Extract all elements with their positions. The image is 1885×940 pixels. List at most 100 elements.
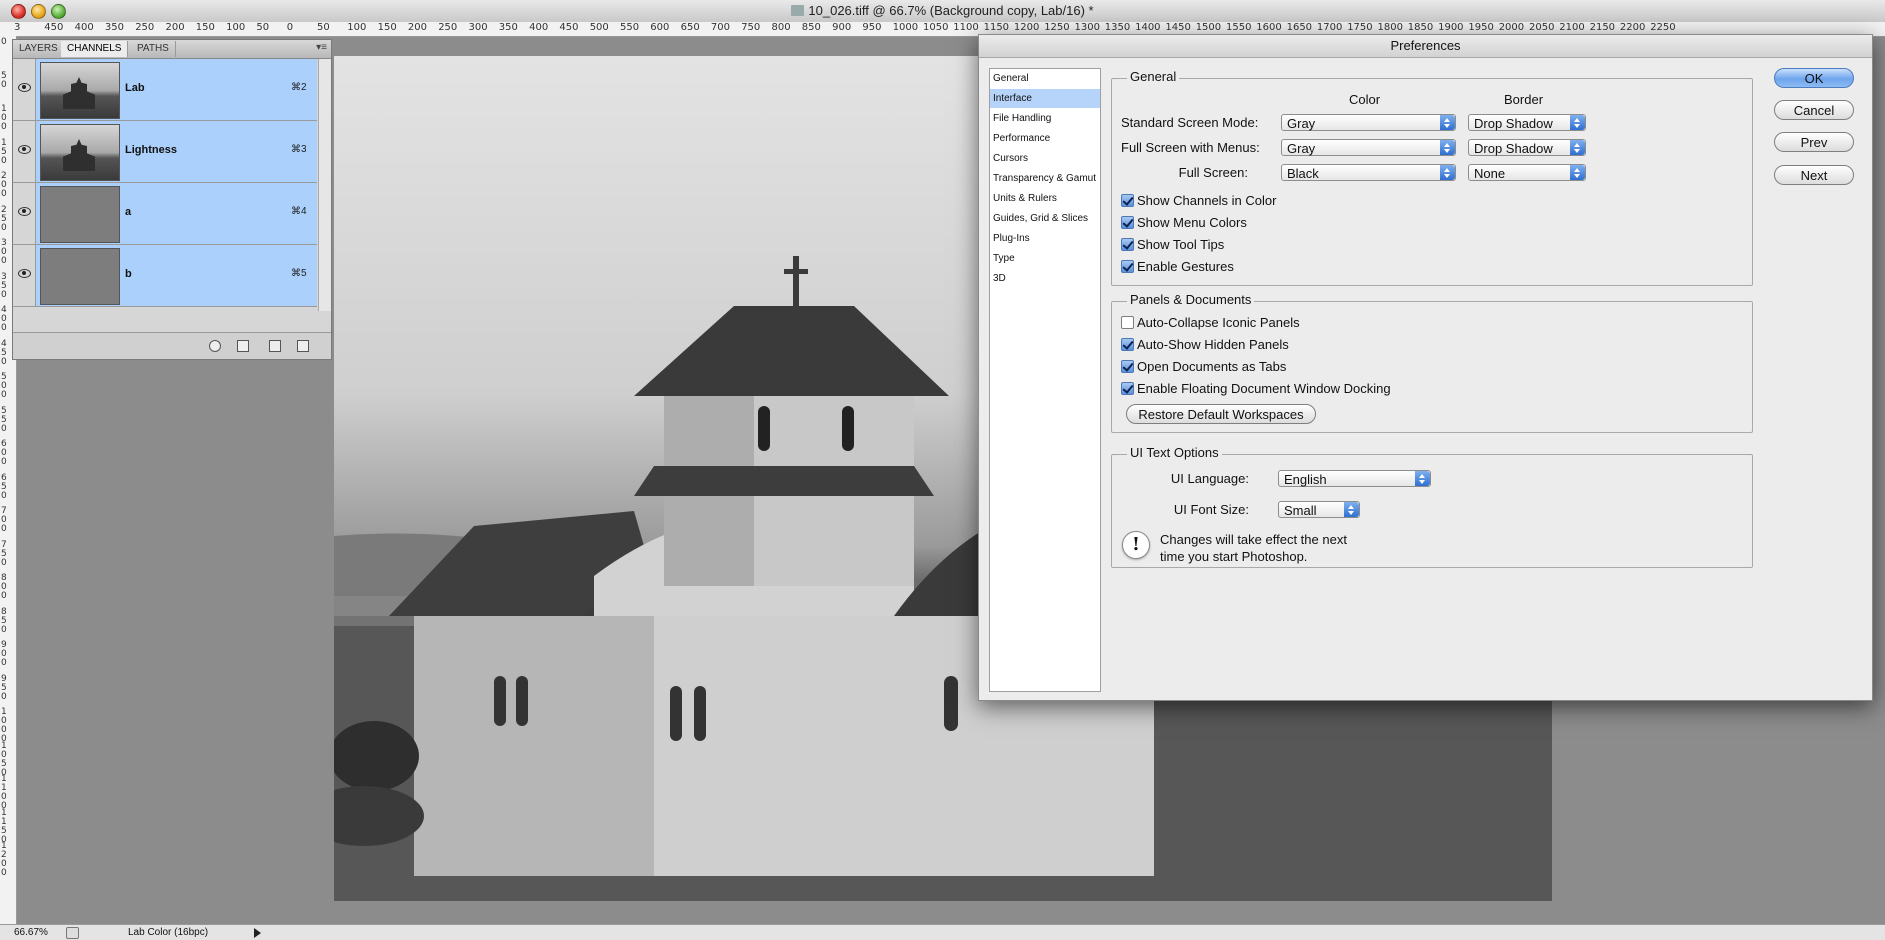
tab-channels[interactable]: CHANNELS bbox=[61, 41, 129, 57]
channel-row-lab[interactable]: Lab ⌘2 bbox=[13, 59, 317, 121]
show-menu-colors-label[interactable]: Show Menu Colors bbox=[1137, 215, 1247, 230]
load-selection-icon[interactable] bbox=[209, 340, 221, 352]
ui-font-size-select[interactable]: Small bbox=[1278, 501, 1360, 518]
enable-gestures-checkbox[interactable] bbox=[1121, 260, 1134, 273]
ruler-tick-label: 350 bbox=[1, 271, 7, 300]
select-arrows-icon bbox=[1440, 115, 1455, 130]
restore-default-workspaces-button[interactable]: Restore Default Workspaces bbox=[1126, 404, 1316, 424]
document-icon bbox=[791, 5, 805, 16]
show-menu-colors-checkbox[interactable] bbox=[1121, 216, 1134, 229]
select-arrows-icon bbox=[1440, 140, 1455, 155]
visibility-toggle[interactable] bbox=[13, 121, 36, 182]
open-documents-as-tabs-label[interactable]: Open Documents as Tabs bbox=[1137, 359, 1286, 374]
cancel-button[interactable]: Cancel bbox=[1774, 100, 1854, 120]
auto-collapse-iconic-panels-label[interactable]: Auto-Collapse Iconic Panels bbox=[1137, 315, 1300, 330]
ruler-tick-label: 1050 bbox=[923, 22, 949, 33]
status-menu-arrow-icon[interactable] bbox=[254, 928, 261, 938]
ruler-tick-label: 150 bbox=[377, 22, 397, 33]
nav-item-transparency-gamut[interactable]: Transparency & Gamut bbox=[990, 169, 1100, 188]
full-screen-border-select[interactable]: None bbox=[1468, 164, 1586, 181]
auto-collapse-iconic-panels-checkbox[interactable] bbox=[1121, 316, 1134, 329]
show-tool-tips-checkbox[interactable] bbox=[1121, 238, 1134, 251]
nav-item-general[interactable]: General bbox=[990, 69, 1100, 88]
channel-shortcut: ⌘2 bbox=[291, 82, 307, 93]
channel-shortcut: ⌘5 bbox=[291, 268, 307, 279]
status-info-icon[interactable] bbox=[66, 927, 79, 939]
ruler-tick-label: 350 bbox=[498, 22, 518, 33]
nav-item-cursors[interactable]: Cursors bbox=[990, 149, 1100, 168]
preferences-nav-list: General Interface File Handling Performa… bbox=[989, 68, 1101, 692]
nav-item-performance[interactable]: Performance bbox=[990, 129, 1100, 148]
nav-item-guides-grid-slices[interactable]: Guides, Grid & Slices bbox=[990, 209, 1100, 228]
save-selection-icon[interactable] bbox=[237, 340, 249, 352]
ruler-tick-label: 2200 bbox=[1619, 22, 1646, 33]
channel-row-a[interactable]: a ⌘4 bbox=[13, 183, 317, 245]
nav-item-units-rulers[interactable]: Units & Rulers bbox=[990, 189, 1100, 208]
ruler-tick-label: 500 bbox=[589, 22, 609, 33]
tab-paths[interactable]: PATHS bbox=[131, 41, 176, 57]
ruler-tick-label: 2050 bbox=[1529, 22, 1555, 33]
ok-button[interactable]: OK bbox=[1774, 68, 1854, 88]
nav-item-interface[interactable]: Interface bbox=[990, 89, 1100, 108]
ruler-tick-label: 1250 bbox=[1044, 22, 1070, 33]
prev-button[interactable]: Prev bbox=[1774, 132, 1854, 152]
enable-floating-docking-label[interactable]: Enable Floating Document Window Docking bbox=[1137, 381, 1391, 396]
full-screen-menus-color-select[interactable]: Gray bbox=[1281, 139, 1456, 156]
standard-screen-color-select[interactable]: Gray bbox=[1281, 114, 1456, 131]
ruler-tick-label: 150 bbox=[1, 137, 7, 166]
ruler-tick-label: 50 bbox=[256, 22, 270, 33]
ui-language-label: UI Language: bbox=[1170, 471, 1249, 486]
panel-tab-bar: LAYERS CHANNELS PATHS ▾≡ bbox=[13, 40, 331, 59]
visibility-toggle[interactable] bbox=[13, 245, 36, 306]
channel-row-b[interactable]: b ⌘5 bbox=[13, 245, 317, 307]
ruler-tick-label: 100 bbox=[226, 22, 246, 33]
delete-channel-icon[interactable] bbox=[297, 340, 309, 352]
eye-icon bbox=[18, 145, 31, 154]
select-value: None bbox=[1474, 166, 1506, 181]
open-documents-as-tabs-checkbox[interactable] bbox=[1121, 360, 1134, 373]
ruler-tick-label: 2100 bbox=[1559, 22, 1585, 33]
enable-floating-docking-checkbox[interactable] bbox=[1121, 382, 1134, 395]
next-button[interactable]: Next bbox=[1774, 165, 1854, 185]
auto-show-hidden-panels-checkbox[interactable] bbox=[1121, 338, 1134, 351]
nav-item-3d[interactable]: 3D bbox=[990, 269, 1100, 288]
ruler-tick-label: 1950 bbox=[1468, 22, 1494, 33]
standard-screen-border-select[interactable]: Drop Shadow bbox=[1468, 114, 1586, 131]
dialog-title: Preferences bbox=[979, 35, 1872, 58]
new-channel-icon[interactable] bbox=[269, 340, 281, 352]
nav-item-type[interactable]: Type bbox=[990, 249, 1100, 268]
show-channels-in-color-checkbox[interactable] bbox=[1121, 194, 1134, 207]
tab-layers[interactable]: LAYERS bbox=[13, 41, 65, 57]
show-channels-in-color-label[interactable]: Show Channels in Color bbox=[1137, 193, 1276, 208]
warning-icon: ! bbox=[1122, 531, 1150, 559]
full-screen-menus-border-select[interactable]: Drop Shadow bbox=[1468, 139, 1586, 156]
full-screen-menus-label: Full Screen with Menus: bbox=[1121, 140, 1260, 155]
select-arrows-icon bbox=[1570, 140, 1585, 155]
channel-row-lightness[interactable]: Lightness ⌘3 bbox=[13, 121, 317, 183]
ui-font-size-label: UI Font Size: bbox=[1173, 502, 1249, 517]
visibility-toggle[interactable] bbox=[13, 59, 36, 120]
enable-gestures-label[interactable]: Enable Gestures bbox=[1137, 259, 1234, 274]
zoom-level-field[interactable]: 66.67% bbox=[14, 925, 62, 940]
ruler-tick-label: 450 bbox=[559, 22, 579, 33]
standard-screen-mode-label: Standard Screen Mode: bbox=[1121, 115, 1259, 130]
visibility-toggle[interactable] bbox=[13, 183, 36, 244]
ui-language-select[interactable]: English bbox=[1278, 470, 1431, 487]
show-tool-tips-label[interactable]: Show Tool Tips bbox=[1137, 237, 1224, 252]
panel-scrollbar[interactable] bbox=[318, 59, 331, 311]
select-arrows-icon bbox=[1570, 165, 1585, 180]
select-arrows-icon bbox=[1570, 115, 1585, 130]
ruler-tick-label: 300 bbox=[468, 22, 488, 33]
nav-item-plug-ins[interactable]: Plug-Ins bbox=[990, 229, 1100, 248]
ruler-tick-label: 850 bbox=[801, 22, 821, 33]
select-arrows-icon bbox=[1415, 471, 1430, 486]
ruler-tick-label: 1650 bbox=[1286, 22, 1313, 33]
window-title-text: 10_026.tiff @ 66.7% (Background copy, La… bbox=[808, 3, 1094, 18]
ruler-tick-label: 600 bbox=[1, 439, 7, 467]
panel-menu-icon[interactable]: ▾≡ bbox=[316, 42, 327, 53]
nav-item-file-handling[interactable]: File Handling bbox=[990, 109, 1100, 128]
eye-icon bbox=[18, 269, 31, 278]
ruler-tick-label: 800 bbox=[1, 573, 7, 601]
auto-show-hidden-panels-label[interactable]: Auto-Show Hidden Panels bbox=[1137, 337, 1289, 352]
full-screen-color-select[interactable]: Black bbox=[1281, 164, 1456, 181]
